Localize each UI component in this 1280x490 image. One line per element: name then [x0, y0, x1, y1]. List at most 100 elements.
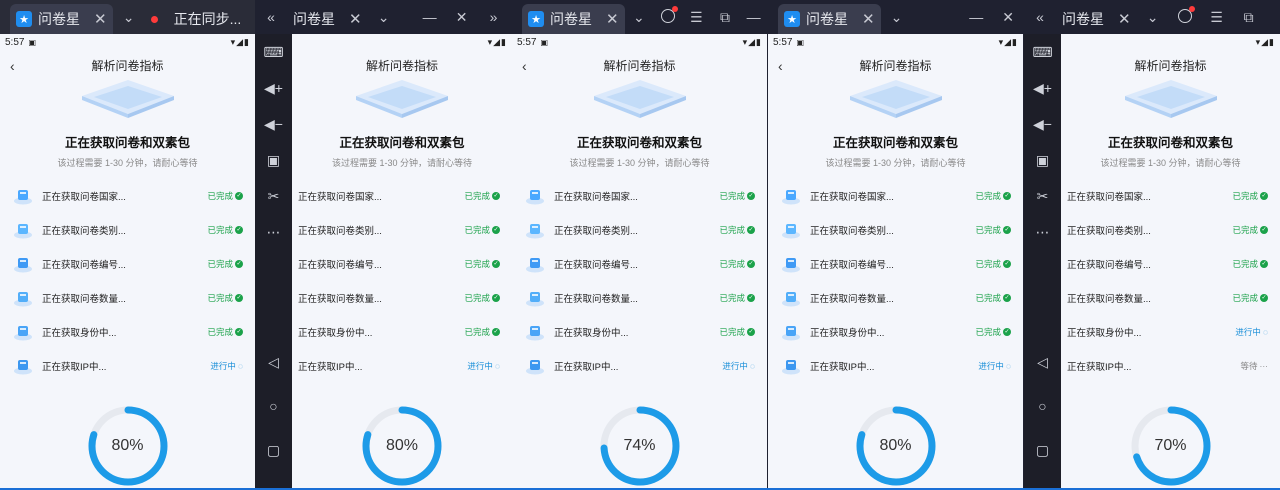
close-icon[interactable]: ✕: [94, 10, 107, 28]
chevron-down-icon[interactable]: ⌄: [625, 9, 654, 26]
illustration: [0, 80, 255, 126]
minimize-icon[interactable]: —: [414, 9, 446, 25]
popout-icon[interactable]: ⧉: [711, 9, 740, 26]
close-window-icon[interactable]: ✕: [992, 9, 1024, 26]
task-label: 正在获取问卷编号...: [1067, 260, 1151, 271]
close-icon[interactable]: ✕: [349, 10, 362, 28]
home-nav-icon[interactable]: ○: [255, 398, 292, 414]
close-icon[interactable]: ✕: [862, 10, 875, 28]
task-row: 正在获取问卷国家... 已完成 ✓: [512, 179, 767, 213]
back-arrow-icon[interactable]: ‹: [10, 50, 15, 82]
task-status: 已完成 ✓: [464, 224, 500, 236]
chevron-down-icon[interactable]: ⌄: [881, 9, 913, 26]
task-row: 正在获取IP中... 进行中 ◌: [292, 349, 512, 383]
progress-percent: 80%: [879, 437, 912, 454]
scissors-icon[interactable]: ✂: [1024, 188, 1061, 205]
check-circle-icon: ✓: [235, 260, 243, 268]
task-status: 已完成 ✓: [719, 292, 755, 304]
expand-right-icon[interactable]: »: [478, 9, 510, 25]
user-avatar-icon[interactable]: [653, 5, 682, 26]
chevron-down-icon[interactable]: ⌄: [368, 9, 400, 26]
tab-bar-2: « 问卷星 ✕ ⌄ — ✕ »: [255, 0, 512, 34]
tab-app-1[interactable]: ★ 问卷星 ✕: [10, 4, 113, 34]
task-illustration-icon: [12, 186, 34, 206]
task-status-label: 已完成: [975, 327, 1001, 337]
tab-app-5[interactable]: 问卷星 ✕: [1056, 4, 1137, 34]
close-icon[interactable]: ✕: [1118, 10, 1131, 28]
loading-subtitle: 该过程需要 1-30 分钟，请耐心等待: [569, 158, 710, 168]
check-circle-icon: ✓: [747, 192, 755, 200]
home-nav-icon[interactable]: ○: [1024, 398, 1061, 414]
back-arrow-icon[interactable]: ‹: [778, 50, 783, 82]
task-label: 正在获取问卷类别...: [1067, 226, 1151, 237]
volume-up-icon[interactable]: ◀+: [1024, 80, 1061, 97]
spinner-icon: ◌: [749, 361, 755, 371]
keyboard-icon[interactable]: ⌨: [1024, 44, 1061, 61]
task-status-label: 已完成: [464, 191, 490, 201]
task-list: 正在获取问卷国家... 已完成 ✓ 正在获取问卷类别... 已完成 ✓ 正在获取问卷编号..…: [768, 179, 1023, 383]
minimize-icon[interactable]: —: [960, 9, 992, 25]
task-status-label: 已完成: [1232, 259, 1258, 269]
task-status: 已完成 ✓: [975, 292, 1011, 304]
user-avatar-icon[interactable]: [1169, 5, 1201, 26]
task-status-label: 已完成: [1232, 293, 1258, 303]
close-window-icon[interactable]: ✕: [446, 9, 478, 26]
task-row: 正在获取IP中... 进行中 ◌: [512, 349, 767, 383]
chevron-down-icon[interactable]: ⌄: [113, 9, 145, 26]
check-circle-icon: ✓: [1260, 294, 1268, 302]
chevron-down-icon[interactable]: ⌄: [1137, 9, 1169, 26]
popout-icon[interactable]: ⧉: [1233, 9, 1265, 26]
close-icon[interactable]: ✕: [606, 10, 619, 28]
signal-battery-icon: ▾◢▮: [1255, 36, 1275, 47]
task-label: 正在获取问卷类别...: [810, 226, 894, 237]
task-label: 正在获取问卷数量...: [42, 294, 126, 305]
tab-app-3[interactable]: ★ 问卷星 ✕: [522, 4, 625, 34]
scissors-icon[interactable]: ✂: [255, 188, 292, 205]
task-status-label: 已完成: [719, 259, 745, 269]
task-status-label: 已完成: [207, 191, 233, 201]
tab-app-2[interactable]: 问卷星 ✕: [287, 4, 368, 34]
check-circle-icon: ✓: [1260, 260, 1268, 268]
progress-ring: 80%: [854, 404, 938, 488]
task-illustration-icon: [524, 220, 546, 240]
tab-sync[interactable]: 正在同步...: [145, 4, 248, 34]
check-circle-icon: ✓: [235, 226, 243, 234]
minimize-icon[interactable]: —: [739, 9, 768, 25]
task-row: 正在获取问卷数量... 已完成 ✓: [0, 281, 255, 315]
back-nav-icon[interactable]: ◁: [1024, 354, 1061, 371]
collapse-left-icon[interactable]: «: [255, 9, 287, 25]
tab-app-4[interactable]: ★ 问卷星 ✕: [778, 4, 881, 34]
task-row: 正在获取问卷数量... 已完成 ✓: [292, 281, 512, 315]
task-row: 正在获取问卷数量... 已完成 ✓: [768, 281, 1023, 315]
menu-icon[interactable]: ☰: [682, 9, 711, 26]
multi-window-screen: ★ 问卷星 ✕ ⌄ 正在同步... « 问卷星 ✕ ⌄ — ✕ » ★ 问卷星 …: [0, 0, 1280, 490]
progress-ring: 74%: [598, 404, 682, 488]
more-icon[interactable]: ⋯: [255, 224, 292, 241]
back-nav-icon[interactable]: ◁: [255, 354, 292, 371]
task-label: 正在获取身份中...: [1067, 328, 1142, 339]
back-arrow-icon[interactable]: ‹: [522, 50, 527, 82]
task-illustration-icon: [780, 220, 802, 240]
more-icon[interactable]: ⋯: [1024, 224, 1061, 241]
signal-battery-icon: ▾◢▮: [998, 36, 1018, 47]
status-time: 5:57: [773, 36, 793, 48]
volume-up-icon[interactable]: ◀+: [255, 80, 292, 97]
task-label: 正在获取问卷数量...: [1067, 294, 1151, 305]
recents-nav-icon[interactable]: ▢: [1024, 442, 1061, 459]
volume-down-icon[interactable]: ◀−: [1024, 116, 1061, 133]
task-label: 正在获取问卷数量...: [298, 294, 382, 305]
progress-ring: 80%: [86, 404, 170, 488]
task-status-label: 已完成: [1232, 225, 1258, 235]
tab-bar-5: « 问卷星 ✕ ⌄ ☰ ⧉: [1024, 0, 1280, 34]
task-label: 正在获取身份中...: [298, 328, 373, 339]
volume-down-icon[interactable]: ◀−: [255, 116, 292, 133]
keyboard-icon[interactable]: ⌨: [255, 44, 292, 61]
task-status-label: 进行中: [722, 361, 748, 371]
star-app-icon: ★: [528, 11, 544, 27]
screenshot-icon[interactable]: ▣: [255, 152, 292, 169]
collapse-left-icon[interactable]: «: [1024, 9, 1056, 25]
screenshot-icon[interactable]: ▣: [1024, 152, 1061, 169]
recents-nav-icon[interactable]: ▢: [255, 442, 292, 459]
menu-icon[interactable]: ☰: [1201, 9, 1233, 26]
task-status: 已完成 ✓: [975, 190, 1011, 202]
